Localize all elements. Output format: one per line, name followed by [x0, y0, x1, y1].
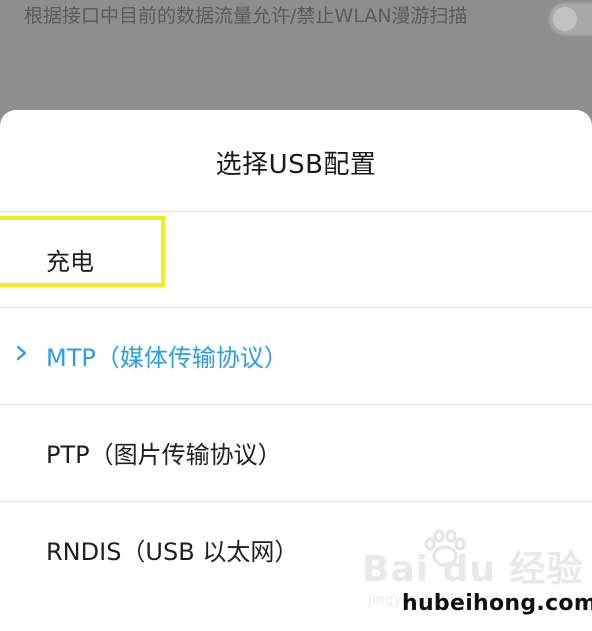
- option-mtp[interactable]: MTP（媒体传输协议）: [0, 307, 592, 403]
- background-setting-description: 根据接口中目前的数据流量允许/禁止WLAN漫游扫描: [24, 5, 468, 27]
- baidu-watermark: Bai du 经验: [362, 549, 584, 590]
- dialog-title: 选择USB配置: [215, 150, 377, 180]
- screen: 根据接口中目前的数据流量允许/禁止WLAN漫游扫描 选择USB配置 充电 MTP…: [0, 0, 592, 631]
- background-toggle-switch: [548, 2, 592, 36]
- chevron-right-icon: [16, 345, 27, 361]
- toggle-knob: [553, 7, 577, 31]
- option-label: MTP（媒体传输协议）: [46, 344, 288, 372]
- option-ptp[interactable]: PTP（图片传输协议）: [0, 404, 592, 500]
- option-label: RNDIS（USB 以太网）: [46, 538, 299, 566]
- option-charge[interactable]: 充电: [0, 211, 592, 307]
- option-label: 充电: [46, 248, 94, 276]
- site-watermark: hubeihong.com: [402, 591, 592, 616]
- option-label: PTP（图片传输协议）: [46, 441, 282, 469]
